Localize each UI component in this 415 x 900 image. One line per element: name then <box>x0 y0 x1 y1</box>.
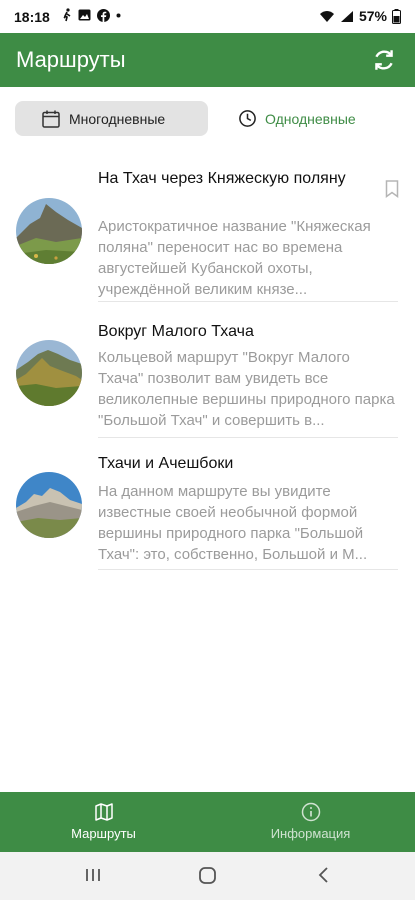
facebook-icon <box>97 8 110 22</box>
bottom-nav: Маршруты Информация <box>0 792 415 852</box>
route-thumbnail <box>16 340 82 406</box>
recent-apps-icon[interactable] <box>84 866 102 884</box>
route-description: Кольцевой маршрут "Вокруг Малого Тхача" … <box>98 349 395 429</box>
signal-icon <box>340 10 353 22</box>
info-icon <box>301 802 320 822</box>
nav-routes[interactable]: Маршруты <box>0 792 207 852</box>
wifi-icon <box>319 10 334 22</box>
app-bar: Маршруты <box>0 33 415 87</box>
map-icon <box>94 803 113 821</box>
status-time: 18:18 <box>14 9 50 25</box>
dot-icon <box>116 13 121 17</box>
tab-multiday-label: Многодневные <box>69 110 166 127</box>
battery-percent: 57% <box>358 8 387 24</box>
divider <box>98 437 398 438</box>
route-title: На Тхач через Княжескую поляну <box>98 170 346 187</box>
refresh-icon[interactable] <box>371 47 397 73</box>
tab-oneday[interactable]: Однодневные <box>222 101 400 136</box>
tab-multiday[interactable]: Многодневные <box>15 101 208 136</box>
calendar-icon <box>42 110 60 128</box>
image-icon <box>78 9 91 21</box>
route-thumbnail <box>16 198 82 264</box>
divider <box>98 301 398 302</box>
back-icon[interactable] <box>316 866 332 884</box>
route-thumbnail <box>16 472 82 538</box>
route-description: На данном маршруте вы увидите известные … <box>98 483 368 563</box>
notification-icons <box>62 8 121 22</box>
battery-icon <box>392 8 401 24</box>
home-icon[interactable] <box>198 866 217 885</box>
route-description: Аристократичное название "Княжеская поля… <box>98 218 371 298</box>
nav-info[interactable]: Информация <box>207 792 414 852</box>
system-status-icons: 57% <box>319 8 401 24</box>
route-title: Вокруг Малого Тхача <box>98 323 254 340</box>
page-title: Маршруты <box>16 47 126 72</box>
system-nav-bar <box>0 852 415 900</box>
tab-oneday-label: Однодневные <box>265 110 356 127</box>
route-title: Тхачи и Ачешбоки <box>98 455 234 472</box>
status-bar: 18:18 57% <box>0 0 415 33</box>
divider <box>98 569 398 570</box>
nav-info-label: Информация <box>270 826 351 841</box>
clock-icon <box>239 110 256 127</box>
bookmark-icon[interactable] <box>385 180 399 198</box>
walk-icon <box>63 8 71 22</box>
nav-routes-label: Маршруты <box>71 826 136 841</box>
